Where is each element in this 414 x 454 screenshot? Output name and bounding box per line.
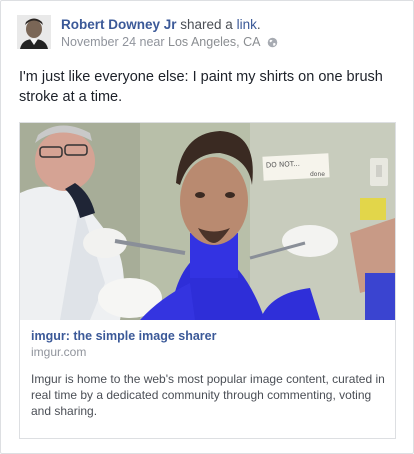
link-preview-image[interactable]: DO NOT... done [20,123,395,320]
author-avatar[interactable] [17,15,51,49]
action-period: . [256,17,261,32]
location-link[interactable]: Los Angeles, CA [168,35,260,49]
globe-icon[interactable] [267,36,278,52]
shared-link-word[interactable]: link [237,17,257,32]
link-share-card[interactable]: DO NOT... done imgur: the simple image s… [19,122,396,439]
near-text: near [136,35,169,49]
link-domain: imgur.com [31,345,87,359]
author-name-link[interactable]: Robert Downey Jr [61,17,177,32]
post-timestamp[interactable]: November 24 [61,35,136,49]
feed-story: Robert Downey Jr shared a link. November… [0,0,414,454]
link-preview-text: imgur: the simple image sharer imgur.com… [31,328,386,419]
link-description: Imgur is home to the web's most popular … [31,372,385,418]
story-meta: November 24 near Los Angeles, CA [61,34,278,52]
wall-sign-text-2: done [310,171,325,178]
post-message: I'm just like everyone else: I paint my … [19,69,383,105]
link-title[interactable]: imgur: the simple image sharer [31,328,386,344]
story-header: Robert Downey Jr shared a link. [61,16,261,33]
action-text: shared a [176,17,237,32]
